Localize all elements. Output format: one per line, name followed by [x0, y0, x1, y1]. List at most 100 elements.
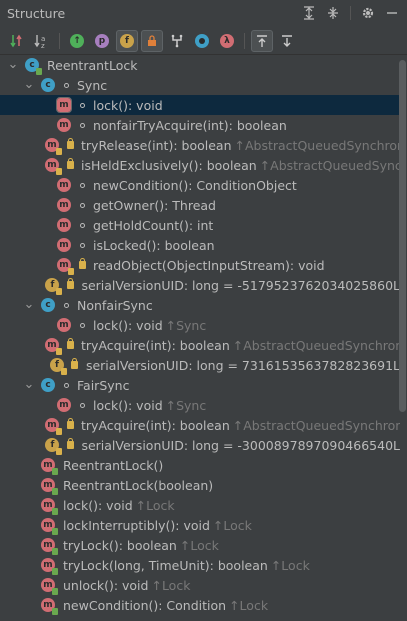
tree-node-label: serialVersionUID: long = 731615356378282…	[85, 357, 400, 373]
method-icon: m	[41, 538, 58, 555]
method-icon: m	[41, 598, 58, 615]
tree-node-label: isHeldExclusively(): boolean	[81, 157, 257, 173]
tree-node[interactable]: m lock(): void ↑Lock	[0, 495, 400, 515]
tree-node[interactable]: ⌄ c NonfairSync	[0, 295, 400, 315]
package-private-icon	[77, 322, 87, 328]
private-lock-icon	[65, 278, 75, 289]
access-overlay-icon	[68, 268, 74, 275]
svg-text:z: z	[41, 42, 45, 49]
tree-node[interactable]: m tryLock(): boolean ↑Lock	[0, 535, 400, 555]
tree-node[interactable]: m unlock(): void ↑Lock	[0, 575, 400, 595]
show-properties-icon[interactable]: p	[91, 30, 113, 52]
tree-node-label: ReentrantLock(boolean)	[63, 477, 214, 493]
method-icon: m	[56, 97, 72, 113]
tree-node[interactable]: m ReentrantLock(boolean)	[0, 475, 400, 495]
show-lambda-icon[interactable]: λ	[216, 30, 238, 52]
tree-node-label: tryAcquire(int): boolean	[81, 337, 230, 353]
tree-node[interactable]: f serialVersionUID: long = -3000897897090…	[0, 435, 400, 455]
inherited-from-label: ↑Lock	[179, 537, 219, 553]
class-icon: c	[41, 378, 55, 392]
field-icon: f	[45, 278, 63, 295]
expand-arrow-icon[interactable]: ⌄	[23, 78, 35, 91]
tree-node[interactable]: ⌄ c Sync	[0, 75, 400, 95]
inherited-from-label: ↑Lock	[151, 577, 191, 593]
package-private-icon	[77, 182, 87, 188]
tree-node[interactable]: m getHoldCount(): int	[0, 215, 400, 235]
expand-arrow-icon[interactable]: ⌄	[23, 298, 35, 311]
tree-node[interactable]: m newCondition(): ConditionObject	[0, 175, 400, 195]
expand-all-icon[interactable]	[300, 4, 318, 22]
tree-node[interactable]: m getOwner(): Thread	[0, 195, 400, 215]
tree-node-label: lock(): void	[63, 497, 133, 513]
tree-node[interactable]: m tryAcquire(int): boolean ↑AbstractQueued…	[0, 415, 400, 435]
inherited-from-label: ↑AbstractQueuedSynchronize	[232, 417, 400, 433]
collapse-all-icon[interactable]	[324, 4, 342, 22]
package-private-icon	[77, 202, 87, 208]
settings-icon[interactable]	[359, 4, 377, 22]
tree-node[interactable]: m lockInterruptibly(): void ↑Lock	[0, 515, 400, 535]
tree-node-label: ReentrantLock	[47, 57, 138, 73]
tree-node[interactable]: m readObject(ObjectInputStream): void	[0, 255, 400, 275]
inherited-from-label: ↑AbstractQueuedSynchro	[259, 157, 400, 173]
tree-node-label: lockInterruptibly(): void	[63, 517, 210, 533]
autoscroll-to-source-icon[interactable]	[251, 29, 273, 52]
tree-node[interactable]: m tryLock(long, TimeUnit): boolean ↑Lock	[0, 555, 400, 575]
show-non-public-icon[interactable]	[141, 29, 163, 52]
method-icon: m	[57, 318, 71, 332]
package-private-icon	[77, 402, 87, 408]
tree-node[interactable]: f serialVersionUID: long = -5179523762034…	[0, 275, 400, 295]
tree-node-label: lock(): void	[93, 397, 163, 413]
package-private-icon	[61, 82, 71, 88]
tree-node[interactable]: m tryAcquire(int): boolean ↑AbstractQueued…	[0, 335, 400, 355]
tree-node[interactable]: m lock(): void ↑Sync	[0, 395, 400, 415]
access-overlay-icon	[52, 588, 58, 595]
tree-node-label: isLocked(): boolean	[93, 237, 215, 253]
title-separator	[350, 6, 351, 20]
tree-node[interactable]: m tryRelease(int): boolean ↑AbstractQueued…	[0, 135, 400, 155]
autoscroll-from-source-icon[interactable]	[276, 30, 298, 52]
toolbar-separator	[59, 32, 60, 49]
toolbar-separator	[244, 32, 245, 49]
tree-node[interactable]: m lock(): void	[0, 95, 400, 115]
tree-node[interactable]: m isHeldExclusively(): boolean ↑AbstractQu…	[0, 155, 400, 175]
scrollbar-thumb[interactable]	[399, 60, 406, 412]
inherited-from-label: ↑Lock	[135, 497, 175, 513]
expand-arrow-icon[interactable]: ⌄	[7, 58, 19, 71]
tree-node-label: nonfairTryAcquire(int): boolean	[93, 117, 287, 133]
tree-node-label: Sync	[77, 77, 108, 93]
access-overlay-icon	[56, 448, 63, 455]
tree-node[interactable]: ⌄ c ReentrantLock	[0, 55, 400, 75]
tree-node[interactable]: m nonfairTryAcquire(int): boolean	[0, 115, 400, 135]
tree-node-label: ReentrantLock()	[63, 457, 164, 473]
access-overlay-icon	[52, 548, 58, 555]
sort-visibility-icon[interactable]	[6, 30, 28, 52]
method-icon: m	[41, 478, 58, 495]
access-overlay-icon	[52, 528, 58, 535]
tree-node-label: readObject(ObjectInputStream): void	[93, 257, 325, 273]
method-icon: m	[57, 118, 71, 132]
method-icon: m	[57, 238, 71, 252]
sort-alphabetically-icon[interactable]: az	[31, 30, 53, 52]
tree-node-label: tryLock(long, TimeUnit): boolean	[63, 557, 268, 573]
field-icon: f	[49, 358, 67, 375]
panel-title: Structure	[7, 5, 66, 21]
tree-node-label: lock(): void	[93, 317, 163, 333]
minimize-icon[interactable]	[383, 4, 401, 22]
show-lambdas-icon[interactable]	[166, 30, 188, 52]
method-icon: m	[41, 558, 58, 575]
structure-tree[interactable]: ⌄ c ReentrantLock ⌄ c Sync m lock(): void m nonfa…	[0, 55, 407, 621]
method-icon: m	[57, 178, 71, 192]
tree-node[interactable]: m lock(): void ↑Sync	[0, 315, 400, 335]
tree-node[interactable]: m ReentrantLock()	[0, 455, 400, 475]
tree-node[interactable]: m isLocked(): boolean	[0, 235, 400, 255]
method-icon: m	[45, 138, 62, 155]
tree-node[interactable]: ⌄ c FairSync	[0, 375, 400, 395]
method-icon: m	[57, 218, 71, 232]
show-anonymous-icon[interactable]	[191, 30, 213, 52]
tree-node[interactable]: f serialVersionUID: long = 73161535637828…	[0, 355, 400, 375]
tree-node[interactable]: m newCondition(): Condition ↑Lock	[0, 595, 400, 615]
structure-title-bar: Structure	[0, 0, 407, 26]
show-inherited-icon[interactable]: ↑	[66, 30, 88, 52]
expand-arrow-icon[interactable]: ⌄	[23, 378, 35, 391]
show-fields-icon[interactable]: f	[116, 29, 138, 52]
